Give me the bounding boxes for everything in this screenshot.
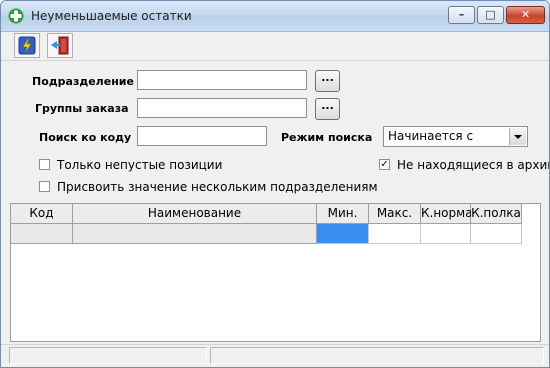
code-search-field[interactable] xyxy=(137,126,267,146)
search-mode-select[interactable]: Начинается с xyxy=(383,126,528,147)
window: Неуменьшаемые остатки – □ ✕ Подразделени… xyxy=(0,0,550,368)
app-cross-icon xyxy=(8,8,24,24)
table-cell[interactable] xyxy=(369,224,421,244)
department-label: Подразделение xyxy=(32,75,134,88)
column-header-min[interactable]: Мин. xyxy=(317,204,369,224)
exit-button[interactable] xyxy=(47,33,73,58)
window-title: Неуменьшаемые остатки xyxy=(31,9,192,23)
only-nonempty-label: Только непустые позиции xyxy=(57,158,223,172)
table-cell[interactable] xyxy=(11,224,73,244)
assign-multiple-label: Присвоить значение нескольким подразделе… xyxy=(57,180,378,194)
maximize-icon: □ xyxy=(485,8,496,21)
order-groups-field[interactable] xyxy=(137,98,307,118)
column-header-k-shelf[interactable]: К.полка xyxy=(471,204,522,224)
search-mode-value: Начинается с xyxy=(388,129,474,143)
close-button[interactable]: ✕ xyxy=(506,6,545,24)
table-cell[interactable] xyxy=(421,224,471,244)
status-panel-right xyxy=(210,347,544,364)
title-bar[interactable]: Неуменьшаемые остатки – □ ✕ xyxy=(1,1,549,32)
status-bar xyxy=(1,344,549,367)
column-header-max[interactable]: Макс. xyxy=(369,204,421,224)
order-groups-label: Группы заказа xyxy=(35,102,129,115)
status-panel-left xyxy=(9,347,207,364)
code-search-label: Поиск ко коду xyxy=(39,131,132,144)
not-archived-label: Не находящиеся в архиве xyxy=(397,158,550,172)
only-nonempty-checkbox[interactable] xyxy=(39,159,50,170)
exit-door-icon xyxy=(51,36,69,55)
toolbar xyxy=(1,32,549,61)
checkmark-icon: ✓ xyxy=(380,159,389,170)
table-cell[interactable] xyxy=(73,224,317,244)
chevron-down-icon[interactable] xyxy=(509,128,526,145)
data-grid[interactable]: Код Наименование Мин. Макс. К.норма К.по… xyxy=(10,203,541,342)
column-header-code[interactable]: Код xyxy=(11,204,73,224)
not-archived-checkbox[interactable]: ✓ xyxy=(379,159,390,170)
order-groups-browse-button[interactable]: ... xyxy=(315,98,340,120)
close-icon: ✕ xyxy=(520,8,531,21)
table-cell[interactable] xyxy=(471,224,522,244)
department-field[interactable] xyxy=(137,70,307,90)
search-mode-label: Режим поиска xyxy=(281,131,373,144)
lightning-icon xyxy=(18,36,36,55)
table-cell-selected[interactable] xyxy=(317,224,369,244)
column-header-name[interactable]: Наименование xyxy=(73,204,317,224)
minimize-icon: – xyxy=(458,8,465,21)
assign-multiple-checkbox[interactable] xyxy=(39,181,50,192)
minimize-button[interactable]: – xyxy=(448,6,475,24)
apply-button[interactable] xyxy=(14,33,40,58)
column-header-k-norm[interactable]: К.норма xyxy=(421,204,473,224)
maximize-button[interactable]: □ xyxy=(477,6,504,24)
department-browse-button[interactable]: ... xyxy=(315,70,340,92)
